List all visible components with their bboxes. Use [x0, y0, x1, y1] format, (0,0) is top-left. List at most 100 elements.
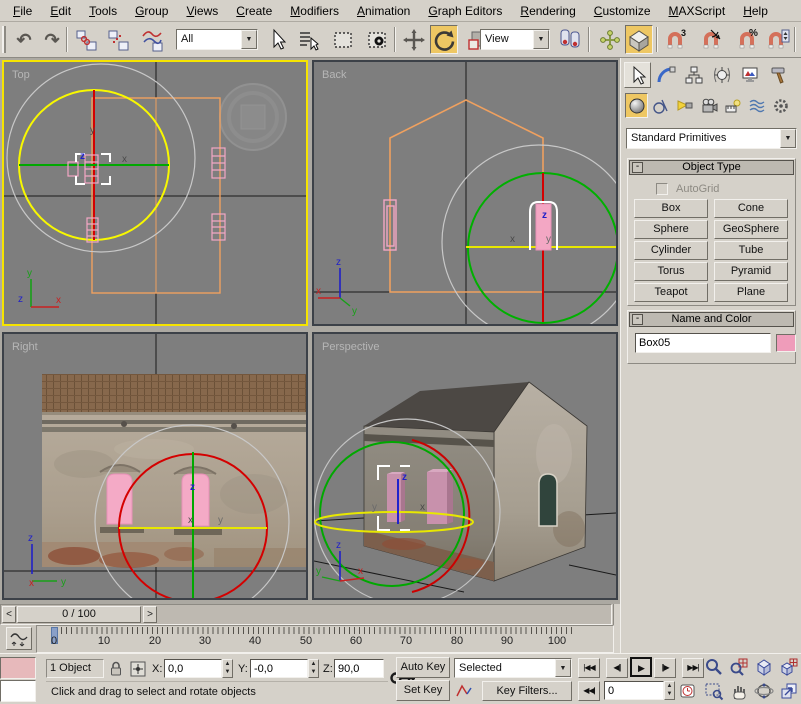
unlink-selection-icon[interactable]	[104, 25, 132, 54]
category-space-warps-icon[interactable]	[745, 93, 768, 118]
menu-modifiers[interactable]: Modifiers	[281, 2, 348, 20]
chevron-down-icon[interactable]: ▼	[533, 30, 549, 49]
frame-spinner[interactable]: ▲▼	[664, 681, 675, 700]
region-zoom-icon[interactable]	[702, 680, 725, 702]
y-spinner[interactable]: ▲▼	[308, 659, 319, 678]
maxscript-listener-white[interactable]	[0, 680, 36, 702]
snaps-toggle-3d-icon[interactable]	[625, 25, 653, 54]
key-filters-button[interactable]: Key Filters...	[482, 681, 572, 701]
next-frame-button[interactable]: ||▶	[654, 658, 676, 678]
key-mode-toggle-button[interactable]: ◀◀|	[578, 681, 600, 701]
tab-utilities[interactable]	[764, 62, 791, 88]
plane-button[interactable]: Plane	[714, 283, 788, 302]
snap-3d-magnet-icon[interactable]: 3	[661, 25, 689, 54]
cone-button[interactable]: Cone	[714, 199, 788, 218]
play-button[interactable]: ▶	[630, 657, 652, 677]
category-lights-icon[interactable]	[673, 93, 696, 118]
chevron-down-icon[interactable]: ▼	[780, 129, 796, 148]
subcategory-combo[interactable]: Standard Primitives ▼	[626, 128, 797, 149]
tab-motion[interactable]	[708, 62, 735, 88]
set-key-button[interactable]: Set Key	[396, 680, 450, 701]
x-coord-field[interactable]	[164, 659, 222, 678]
select-and-link-icon[interactable]	[72, 25, 100, 54]
redo-icon[interactable]: ↷	[38, 25, 66, 54]
menu-views[interactable]: Views	[177, 2, 227, 20]
menu-help[interactable]: Help	[734, 2, 777, 20]
window-crossing-toggle-icon[interactable]	[363, 25, 391, 54]
time-configuration-icon[interactable]	[678, 681, 698, 701]
category-systems-icon[interactable]	[769, 93, 792, 118]
selection-lock-icon[interactable]	[106, 659, 126, 679]
maxscript-listener-pink[interactable]	[0, 657, 36, 679]
current-frame-field[interactable]	[604, 681, 664, 700]
viewcube-ghost[interactable]	[220, 84, 286, 150]
torus-button[interactable]: Torus	[634, 262, 708, 281]
tab-create[interactable]	[624, 62, 651, 88]
rectangular-selection-region-icon[interactable]	[329, 25, 357, 54]
cylinder-button[interactable]: Cylinder	[634, 241, 708, 260]
teapot-button[interactable]: Teapot	[634, 283, 708, 302]
tab-hierarchy[interactable]	[680, 62, 707, 88]
rotate-gizmo-outer-ring[interactable]	[7, 64, 195, 252]
viewport-back[interactable]: Back z x y	[312, 60, 618, 326]
category-geometry-icon[interactable]	[625, 93, 648, 118]
named-selection-set-combo[interactable]: All ▼	[176, 29, 258, 50]
arc-rotate-icon[interactable]	[752, 680, 775, 702]
zoom-extents-all-icon[interactable]	[777, 656, 800, 678]
menu-rendering[interactable]: Rendering	[511, 2, 584, 20]
zoom-icon[interactable]	[702, 656, 725, 678]
chevron-down-icon[interactable]: ▼	[241, 30, 257, 49]
percent-snap-toggle-icon[interactable]: %	[733, 25, 761, 54]
pyramid-button[interactable]: Pyramid	[714, 262, 788, 281]
select-object-icon[interactable]	[264, 25, 292, 54]
track-bar-ruler[interactable]: 0 10 20 30 40 50 60 70 80 90 100	[36, 625, 614, 653]
tube-button[interactable]: Tube	[714, 241, 788, 260]
category-shapes-icon[interactable]	[649, 93, 672, 118]
select-and-move-icon[interactable]	[400, 25, 428, 54]
tab-modify[interactable]	[652, 62, 679, 88]
name-color-rollout-header[interactable]: - Name and Color	[629, 312, 794, 327]
object-type-rollout-header[interactable]: - Object Type	[629, 160, 794, 175]
undo-icon[interactable]: ↶	[10, 25, 38, 54]
menu-animation[interactable]: Animation	[348, 2, 419, 20]
chevron-down-icon[interactable]: ▼	[555, 659, 571, 677]
menu-graph-editors[interactable]: Graph Editors	[419, 2, 511, 20]
auto-key-button[interactable]: Auto Key	[396, 657, 450, 678]
toolbar-grip[interactable]	[2, 26, 6, 53]
y-coord-field[interactable]	[250, 659, 308, 678]
spinner-snap-toggle-icon[interactable]	[764, 25, 792, 54]
previous-frame-button[interactable]: ◀||	[606, 658, 628, 678]
object-color-swatch[interactable]	[776, 334, 796, 352]
zoom-extents-icon[interactable]	[752, 656, 775, 678]
go-to-start-button[interactable]: |◀◀	[578, 658, 600, 678]
tab-display[interactable]	[736, 62, 763, 88]
select-and-manipulate-icon[interactable]	[596, 25, 624, 54]
menu-maxscript[interactable]: MAXScript	[660, 2, 735, 20]
sphere-button[interactable]: Sphere	[634, 220, 708, 239]
min-max-toggle-icon[interactable]	[777, 680, 800, 702]
viewport-top[interactable]: Top	[2, 60, 308, 326]
select-by-name-icon[interactable]	[295, 25, 323, 54]
select-and-rotate-icon[interactable]	[430, 25, 458, 54]
absolute-offset-mode-icon[interactable]	[128, 659, 148, 679]
x-spinner[interactable]: ▲▼	[222, 659, 233, 678]
go-to-end-button[interactable]: ▶▶|	[682, 658, 704, 678]
collapse-icon[interactable]: -	[632, 162, 643, 173]
reference-coordinate-combo[interactable]: View ▼	[480, 29, 550, 50]
use-pivot-point-center-icon[interactable]	[556, 25, 584, 54]
default-in-out-tangent-icon[interactable]	[454, 681, 474, 701]
geosphere-button[interactable]: GeoSphere	[714, 220, 788, 239]
z-coord-field[interactable]	[334, 659, 384, 678]
menu-file[interactable]: File	[4, 2, 41, 20]
menu-customize[interactable]: Customize	[585, 2, 660, 20]
menu-create[interactable]: Create	[227, 2, 281, 20]
pan-hand-icon[interactable]	[727, 680, 750, 702]
collapse-icon[interactable]: -	[632, 314, 643, 325]
previous-frame-arrow[interactable]: <	[2, 606, 16, 623]
angle-snap-toggle-icon[interactable]	[697, 25, 725, 54]
menu-group[interactable]: Group	[126, 2, 177, 20]
mini-curve-editor-icon[interactable]	[6, 627, 32, 650]
viewport-perspective[interactable]: Perspective	[312, 332, 618, 600]
box-button[interactable]: Box	[634, 199, 708, 218]
bind-to-space-warp-icon[interactable]	[138, 25, 166, 54]
